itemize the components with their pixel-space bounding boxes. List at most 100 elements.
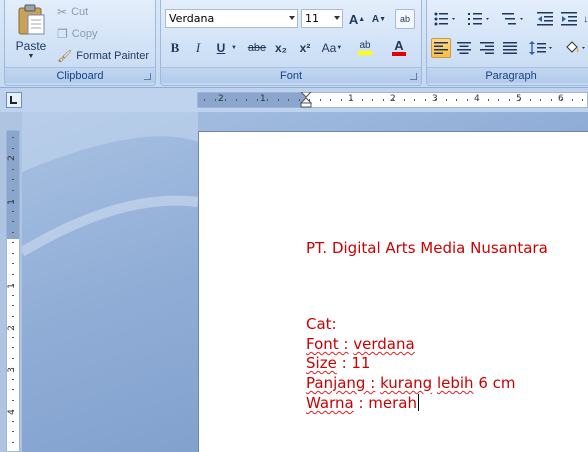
ruler-tick-mark: [12, 347, 14, 348]
indent-marker-icon[interactable]: [300, 92, 312, 108]
ruler-tick-mark: [277, 99, 279, 101]
cut-button[interactable]: ✂ Cut: [57, 2, 88, 22]
panjang-label: Panjang :: [306, 374, 376, 392]
clipboard-group-label: Clipboard: [5, 67, 155, 83]
ruler-tick-mark: [12, 315, 14, 317]
warna-line[interactable]: Warna : merah: [306, 393, 419, 413]
align-right-icon: [480, 42, 494, 54]
font-size-combo[interactable]: 11: [301, 9, 343, 28]
font-dialog-launcher-icon[interactable]: [410, 73, 417, 80]
company-line[interactable]: PT. Digital Arts Media Nusantara: [306, 238, 548, 258]
font-line[interactable]: Font : verdana: [306, 334, 415, 354]
ruler-tick-mark: [225, 99, 226, 101]
ruler-tick-mark: [330, 99, 331, 101]
ruler-tick-mark: [256, 99, 258, 101]
font-family-combo[interactable]: Verdana: [165, 9, 298, 28]
size-line[interactable]: Size : 11: [306, 353, 370, 373]
align-left-button[interactable]: [431, 38, 451, 58]
ruler-tick-mark: [12, 252, 14, 254]
ruler-tick-mark: [382, 99, 384, 101]
underline-button[interactable]: U: [211, 38, 231, 58]
align-left-icon: [434, 42, 448, 54]
subscript-icon: x₂: [274, 41, 287, 55]
justify-button[interactable]: [500, 38, 520, 58]
ruler-tick-mark: [477, 99, 478, 101]
increase-indent-button[interactable]: [559, 9, 579, 29]
text-cursor: [417, 394, 419, 411]
ruler-tick-mark: [12, 221, 14, 222]
format-painter-button[interactable]: 🖌 Format Painter: [57, 46, 149, 66]
grow-font-button[interactable]: A ▲: [347, 9, 367, 29]
ruler-tick-mark: [12, 336, 14, 338]
multilevel-list-button[interactable]: [499, 9, 529, 29]
ruler-tick-mark: [519, 99, 520, 101]
strikethrough-button[interactable]: abe: [245, 38, 269, 58]
shrink-font-button[interactable]: A ▼: [369, 9, 389, 29]
vertical-ruler[interactable]: 211234: [6, 130, 20, 452]
numbering-button[interactable]: [465, 9, 495, 29]
bullets-button[interactable]: [431, 9, 461, 29]
decrease-indent-icon: [537, 12, 553, 26]
ruler-tick-mark: [12, 284, 14, 285]
ruler-tick-mark: [12, 389, 14, 390]
ruler-tick-mark: [12, 137, 14, 138]
justify-icon: [503, 42, 517, 54]
tab-selector[interactable]: [6, 92, 22, 108]
ruler-tick-mark: [12, 147, 14, 149]
shading-button[interactable]: [563, 38, 588, 58]
highlighter-icon: ab: [359, 40, 371, 51]
chevron-down-icon: [334, 16, 340, 20]
clear-formatting-button[interactable]: ab: [395, 9, 415, 29]
bold-button[interactable]: B: [165, 38, 185, 58]
italic-button[interactable]: I: [188, 38, 208, 58]
ruler-tick-mark: [540, 99, 541, 101]
font-color-bar: [392, 52, 406, 56]
highlight-color-bar: [358, 51, 372, 55]
panjang-line[interactable]: Panjang : kurang lebih 6 cm: [306, 373, 516, 393]
clipboard-dialog-launcher-icon[interactable]: [144, 73, 151, 80]
align-center-button[interactable]: [454, 38, 474, 58]
ruler-tick-mark: [12, 441, 14, 443]
ruler-tick-mark: [571, 99, 573, 101]
cat-line[interactable]: Cat:: [306, 314, 337, 334]
cut-label: Cut: [71, 6, 89, 18]
ruler-tick-mark: [12, 210, 14, 212]
align-right-button[interactable]: [477, 38, 497, 58]
change-case-button[interactable]: Aa ▼: [319, 38, 345, 58]
ruler-tick-mark: [12, 378, 14, 380]
superscript-button[interactable]: x²: [295, 38, 315, 58]
sort-button[interactable]: ↓A: [579, 9, 588, 29]
ruler-tick-mark: [235, 99, 237, 101]
ruler-tick-mark: [372, 99, 373, 101]
ruler-tick-mark: [12, 231, 14, 233]
shrink-font-icon: A: [371, 13, 380, 25]
underline-icon: U: [216, 41, 226, 55]
copy-button[interactable]: ❐ Copy: [57, 24, 97, 44]
copy-icon: ❐: [57, 27, 68, 41]
line-spacing-button[interactable]: [527, 38, 557, 58]
ruler-tick-label: 2: [218, 94, 224, 104]
underline-dropdown[interactable]: ▼: [229, 38, 239, 58]
ruler-tick-mark: [12, 273, 14, 275]
font-color-button[interactable]: A: [385, 38, 413, 58]
highlight-button[interactable]: ab: [351, 38, 379, 58]
horizontal-ruler[interactable]: 21123456: [197, 92, 588, 108]
subscript-button[interactable]: x₂: [271, 38, 291, 58]
ruler-tick-mark: [12, 410, 14, 411]
line-spacing-icon: [529, 41, 552, 55]
decrease-indent-button[interactable]: [535, 9, 555, 29]
ruler-tick-mark: [246, 99, 247, 101]
ruler-tick-mark: [288, 99, 289, 101]
paste-button[interactable]: Paste ▼: [11, 4, 51, 62]
ruler-tick-mark: [12, 189, 14, 191]
align-center-icon: [457, 42, 471, 54]
ruler-tick-mark: [487, 99, 489, 101]
numbered-list-icon: [468, 13, 489, 25]
ruler-tick-mark: [12, 357, 14, 359]
bullet-list-icon: [434, 12, 455, 26]
ruler-tick-mark: [12, 158, 14, 159]
size-label: Size: [306, 354, 337, 372]
ruler-tick-mark: [351, 99, 352, 101]
font-color-icon: A: [394, 38, 404, 53]
panjang-value-1: kurang: [380, 374, 433, 392]
